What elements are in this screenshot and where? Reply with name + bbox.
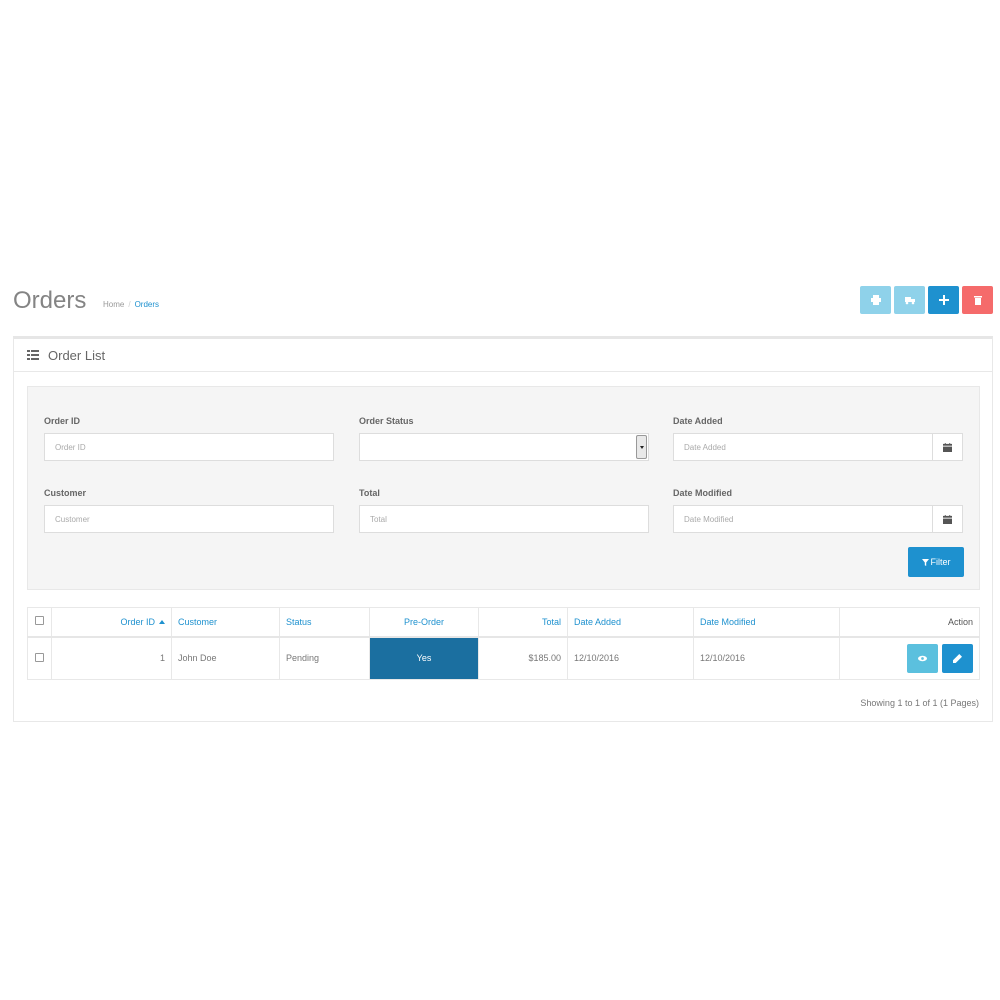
- print-shipping-button[interactable]: [894, 286, 925, 314]
- print-icon: [870, 295, 881, 305]
- view-order-button[interactable]: [907, 643, 938, 673]
- add-order-button[interactable]: [928, 286, 959, 314]
- filter-order-id-group: Order ID Order ID: [44, 416, 334, 461]
- row-actions: [846, 643, 973, 673]
- breadcrumb-separator: /: [128, 300, 131, 309]
- filter-customer-input[interactable]: Customer: [44, 505, 334, 533]
- filter-total-input[interactable]: Total: [359, 505, 649, 533]
- column-header-customer[interactable]: Customer: [171, 607, 280, 638]
- delete-button[interactable]: [962, 286, 993, 314]
- page-title: Orders: [13, 287, 87, 314]
- filter-date-added-group: Date Added Date Added: [673, 416, 963, 461]
- date-modified-calendar-button[interactable]: [932, 505, 963, 533]
- plus-icon: [938, 295, 949, 305]
- sort-asc-icon: [159, 620, 165, 625]
- cell-date-added: 12/10/2016: [567, 636, 694, 680]
- filter-total-group: Total Total: [359, 488, 649, 533]
- row-checkbox[interactable]: [35, 652, 44, 662]
- calendar-icon: [943, 442, 952, 452]
- filter-box: Order ID Order ID Order Status Date Adde…: [27, 386, 980, 590]
- filter-customer-label: Customer: [44, 488, 87, 498]
- page-header: Orders Home / Orders: [13, 283, 993, 317]
- filter-order-status-group: Order Status: [359, 416, 649, 461]
- calendar-icon: [943, 514, 952, 524]
- orders-table: Order ID Customer Status Pre-Order Total…: [27, 607, 980, 680]
- cell-total: $185.00: [478, 636, 568, 680]
- column-header-status[interactable]: Status: [279, 607, 370, 638]
- filter-date-added-input[interactable]: Date Added: [673, 433, 933, 461]
- filter-order-status-select[interactable]: [359, 433, 649, 461]
- cell-pre-order: Yes: [369, 636, 479, 680]
- select-all-cell: [27, 607, 52, 638]
- filter-date-added-label: Date Added: [673, 416, 723, 426]
- column-header-action: Action: [839, 607, 980, 638]
- cell-action: [839, 636, 980, 680]
- eye-icon: [918, 655, 927, 661]
- filter-order-id-label: Order ID: [44, 416, 81, 426]
- column-header-total[interactable]: Total: [478, 607, 568, 638]
- filter-date-modified-label: Date Modified: [673, 488, 733, 498]
- filter-date-modified-group: Date Modified Date Modified: [673, 488, 963, 533]
- breadcrumb-home-link[interactable]: Home: [103, 300, 124, 309]
- toolbar: [860, 286, 993, 314]
- panel-title: Order List: [48, 347, 106, 363]
- column-header-pre-order[interactable]: Pre-Order: [369, 607, 479, 638]
- cell-status: Pending: [279, 636, 370, 680]
- pencil-icon: [953, 653, 962, 663]
- filter-date-modified-input[interactable]: Date Modified: [673, 505, 933, 533]
- filter-total-label: Total: [359, 488, 380, 498]
- truck-icon: [904, 297, 915, 305]
- row-select-cell: [27, 636, 52, 680]
- filter-button-label: Filter: [930, 557, 951, 567]
- print-invoice-button[interactable]: [860, 286, 891, 314]
- table-header-row: Order ID Customer Status Pre-Order Total…: [27, 607, 980, 638]
- table-row: 1 John Doe Pending Yes $185.00 12/10/201…: [27, 636, 980, 680]
- filter-order-id-input[interactable]: Order ID: [44, 433, 334, 461]
- filter-order-status-label: Order Status: [359, 416, 414, 426]
- order-list-panel: Order List Order ID Order ID Order Statu…: [13, 336, 993, 722]
- date-added-calendar-button[interactable]: [932, 433, 963, 461]
- filter-icon: [921, 558, 929, 566]
- cell-date-modified: 12/10/2016: [693, 636, 840, 680]
- edit-order-button[interactable]: [942, 643, 973, 673]
- pagination-info: Showing 1 to 1 of 1 (1 Pages): [860, 698, 979, 708]
- breadcrumb-orders-link[interactable]: Orders: [135, 300, 159, 309]
- filter-button[interactable]: Filter: [908, 547, 964, 577]
- panel-heading: Order List: [14, 339, 992, 372]
- chevron-down-icon[interactable]: [636, 435, 647, 459]
- list-icon: [27, 350, 39, 360]
- cell-customer: John Doe: [171, 636, 280, 680]
- trash-icon: [973, 296, 982, 305]
- filter-customer-group: Customer Customer: [44, 488, 334, 533]
- column-header-date-modified[interactable]: Date Modified: [693, 607, 840, 638]
- column-header-date-added[interactable]: Date Added: [567, 607, 694, 638]
- breadcrumb: Home / Orders: [103, 300, 159, 309]
- column-header-order-id[interactable]: Order ID: [51, 607, 172, 638]
- select-all-checkbox[interactable]: [35, 616, 44, 626]
- cell-order-id: 1: [51, 636, 172, 680]
